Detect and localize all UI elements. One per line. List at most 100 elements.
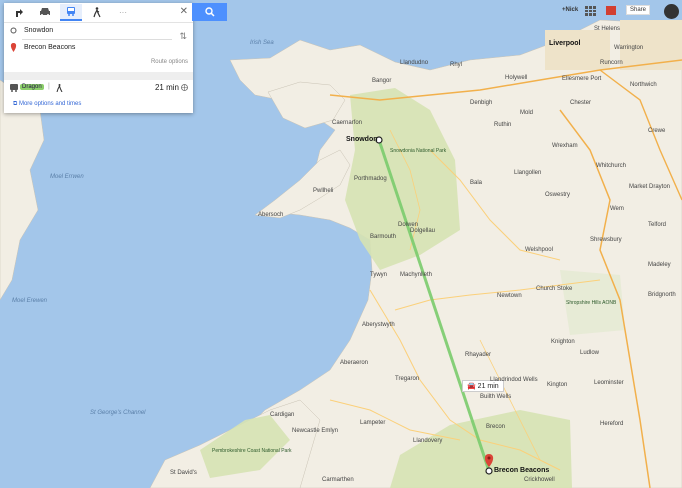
place-leominster: Leominster: [594, 380, 624, 386]
place-kington: Kington: [547, 382, 568, 388]
place-knighton: Knighton: [551, 339, 575, 345]
place-northwich: Northwich: [630, 82, 657, 88]
place-madeley: Madeley: [648, 262, 671, 268]
place-rhayader: Rhayader: [465, 352, 492, 358]
park-label-snowdonia: Snowdonia National Park: [390, 148, 447, 154]
place-ludlow: Ludlow: [580, 350, 600, 356]
place-dolgellau: Dolgellau: [410, 228, 436, 234]
more-options-icon: ⧉: [13, 101, 18, 107]
place-crewe: Crewe: [648, 128, 666, 134]
place-shrewsbury: Shrewsbury: [590, 237, 622, 243]
mode-more-icon[interactable]: ···: [112, 4, 134, 20]
destination-pin-icon: [10, 43, 17, 52]
place-ruthin: Ruthin: [494, 122, 512, 128]
place-runcorn: Runcorn: [600, 60, 623, 66]
place-oswestry: Oswestry: [545, 192, 571, 198]
place-brecon: Brecon: [486, 424, 506, 430]
sea-st-georges: St George's Channel: [90, 410, 146, 416]
share-button[interactable]: Share: [626, 5, 651, 15]
destination-field[interactable]: Brecon Beacons: [24, 44, 75, 51]
place-llandovery: Llandovery: [413, 438, 443, 444]
end-marker-dot: [485, 467, 493, 475]
park-label-shropshire: Shropshire Hills AONB: [566, 300, 617, 306]
directions-panel: ··· ✕ Snowdon Brecon Beacons ⇅ Route opt…: [4, 3, 193, 113]
place-chester: Chester: [570, 100, 592, 106]
close-icon[interactable]: ✕: [180, 6, 188, 17]
avatar[interactable]: [664, 4, 679, 19]
place-pwllheli: Pwllheli: [313, 188, 334, 194]
place-rhyl: Rhyl: [450, 62, 463, 68]
place-barmouth: Barmouth: [370, 234, 397, 240]
walk-icon: [56, 84, 63, 92]
transit-icon: [10, 84, 18, 92]
destination-row[interactable]: Brecon Beacons: [4, 40, 193, 56]
place-bala: Bala: [470, 180, 483, 186]
place-newtown: Newtown: [497, 293, 522, 299]
place-cardigan: Cardigan: [270, 412, 295, 418]
swap-icon[interactable]: ⇅: [179, 31, 187, 42]
place-aberaeron: Aberaeron: [340, 360, 369, 366]
place-denbigh: Denbigh: [470, 100, 493, 106]
place-stdavids: St David's: [170, 470, 197, 476]
mode-car-icon[interactable]: [34, 4, 56, 20]
route-time-text: 21 min: [477, 383, 499, 390]
place-machynlleth: Machynlleth: [400, 272, 433, 278]
place-towyn: Tywyn: [370, 272, 388, 278]
park-label-pembroke: Pembrokeshire Coast National Park: [212, 448, 292, 454]
place-mold: Mold: [520, 110, 534, 116]
place-carmarthen: Carmarthen: [322, 477, 354, 483]
user-link[interactable]: +Nick: [562, 7, 578, 13]
place-liverpool: Liverpool: [549, 40, 581, 47]
place-holywell: Holywell: [505, 75, 528, 81]
place-llandrindod: Llandrindod Wells: [490, 377, 538, 383]
place-churchstoke: Church Stoke: [536, 286, 573, 292]
origin-row[interactable]: Snowdon: [4, 23, 193, 39]
place-llangollen: Llangollen: [514, 170, 542, 176]
place-lampeter: Lampeter: [360, 420, 386, 426]
mode-walk-icon[interactable]: [86, 4, 108, 20]
place-wem: Wem: [610, 206, 624, 212]
place-newcastleemlyn: Newcastle Emlyn: [292, 428, 339, 434]
place-sthelens: St Helens: [594, 26, 621, 32]
land-ireland: [0, 79, 45, 301]
place-wrexham: Wrexham: [552, 143, 578, 149]
panel-divider: [4, 72, 193, 80]
mode-transit-icon[interactable]: [60, 4, 82, 21]
result-sep: |: [48, 83, 50, 90]
place-bangor: Bangor: [372, 78, 392, 84]
more-options-label: More options and times: [18, 101, 82, 107]
place-llandudno: Llandudno: [400, 60, 429, 66]
operator-badge: Dragon: [20, 84, 44, 90]
place-bridgnorth: Bridgnorth: [648, 292, 676, 298]
origin-field[interactable]: Snowdon: [24, 27, 53, 34]
place-tregaron: Tregaron: [395, 376, 420, 382]
place-crickhowell: Crickhowell: [524, 477, 555, 483]
place-warrington: Warrington: [614, 45, 644, 51]
search-icon: [204, 7, 215, 17]
place-marketdrayton: Market Drayton: [629, 184, 671, 190]
car-icon: 🚘: [467, 383, 476, 390]
sea-irish: Irish Sea: [250, 40, 274, 46]
start-label: Snowdon: [346, 136, 378, 143]
sea-moel-erewen: Moel Erewen: [12, 298, 48, 304]
place-caernarfon: Caernarfon: [332, 120, 363, 126]
route-result[interactable]: Dragon | 21 min: [4, 80, 193, 96]
place-whitchurch: Whitchurch: [596, 163, 627, 169]
place-porthmadog: Porthmadog: [354, 176, 387, 182]
more-options-link[interactable]: ⧉ More options and times: [13, 101, 81, 108]
place-telford: Telford: [648, 222, 667, 228]
place-aberystwyth: Aberystwyth: [362, 322, 395, 328]
place-ellesmere: Ellesmere Port: [562, 76, 602, 82]
place-dolwen: Dolwen: [398, 222, 419, 228]
search-button[interactable]: [192, 3, 227, 21]
notifications-icon[interactable]: [606, 6, 616, 15]
mode-directions-icon[interactable]: [8, 4, 30, 20]
place-abersoch: Abersoch: [258, 212, 284, 218]
travel-mode-bar: ··· ✕: [4, 3, 193, 23]
sea-moel-errwen: Moel Errwen: [50, 174, 84, 180]
place-hereford: Hereford: [600, 421, 624, 427]
route-duration: 21 min: [154, 83, 179, 92]
apps-grid-icon[interactable]: [585, 6, 596, 16]
place-builth: Builth Wells: [480, 394, 512, 400]
route-options-link[interactable]: Route options: [151, 59, 188, 65]
